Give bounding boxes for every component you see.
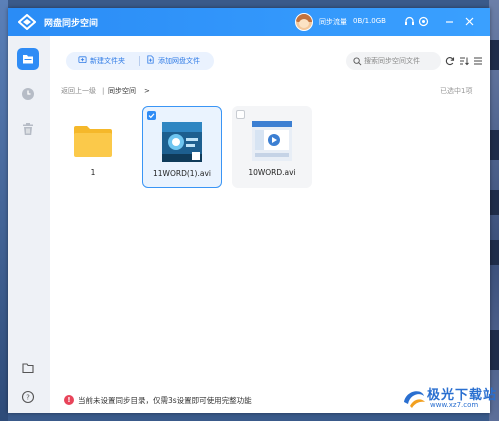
- file-name: 10WORD.avi: [248, 168, 296, 177]
- sidebar-item-open-folder[interactable]: [17, 357, 39, 379]
- sidebar-item-trash[interactable]: [17, 118, 39, 140]
- watermark-swirl-icon: [404, 391, 425, 408]
- close-icon[interactable]: [464, 16, 475, 27]
- video-thumbnail-icon: [252, 121, 292, 161]
- breadcrumb-current[interactable]: 同步空间: [108, 86, 136, 96]
- search-box: [346, 52, 441, 70]
- new-folder-icon: [78, 56, 87, 64]
- sidebar-item-help[interactable]: ?: [17, 386, 39, 408]
- file-item[interactable]: 10WORD.avi: [232, 106, 312, 188]
- search-icon: [353, 56, 362, 65]
- sync-traffic-label: 同步流量: [319, 18, 347, 26]
- setup-sync-message[interactable]: 当前未设置同步目录，仅需3s设置即可使用完整功能: [78, 395, 252, 406]
- breadcrumb-chevron-icon: >: [144, 87, 150, 95]
- folder-icon: [23, 55, 33, 64]
- file-name: 1: [90, 168, 96, 177]
- selected-count: 已选中1项: [440, 87, 473, 95]
- app-logo-icon: [18, 14, 36, 30]
- sidebar-item-sync-folder[interactable]: [17, 48, 39, 70]
- breadcrumb-back-link[interactable]: 返回上一级: [61, 86, 96, 96]
- add-cloud-file-label: 添加网盘文件: [158, 57, 200, 65]
- watermark-logo: 极光下载站 www.xz7.com: [400, 383, 496, 413]
- warning-icon: !: [64, 395, 74, 405]
- trash-icon: [23, 123, 33, 135]
- sync-traffic-value: 0B/1.0GB: [353, 17, 386, 25]
- settings-icon[interactable]: [418, 16, 429, 27]
- check-icon: [148, 113, 155, 119]
- breadcrumb-separator: |: [102, 87, 105, 95]
- toolbar-divider: [139, 56, 140, 66]
- file-item[interactable]: 1: [53, 106, 133, 188]
- headset-icon[interactable]: [404, 16, 415, 27]
- refresh-icon[interactable]: [445, 56, 455, 66]
- add-file-icon: [147, 55, 154, 64]
- video-thumbnail-icon: [162, 122, 202, 162]
- clock-icon: [22, 88, 34, 100]
- minimize-icon[interactable]: [444, 16, 455, 27]
- grid-view-icon[interactable]: [473, 56, 483, 66]
- checkbox-unchecked[interactable]: [236, 110, 245, 119]
- watermark-url: www.xz7.com: [430, 401, 479, 409]
- sidebar-item-history[interactable]: [17, 83, 39, 105]
- checkbox-checked[interactable]: [147, 111, 156, 120]
- help-icon: ?: [21, 390, 35, 404]
- file-name: 11WORD(1).avi: [153, 169, 211, 178]
- add-cloud-file-button[interactable]: 添加网盘文件: [146, 55, 200, 67]
- user-avatar[interactable]: [295, 13, 313, 31]
- desktop-background-left: [0, 0, 8, 421]
- new-folder-button[interactable]: 新建文件夹: [78, 55, 125, 67]
- desktop-background-right: [489, 0, 499, 421]
- app-window: 网盘同步空间 同步流量 0B/1.0GB ? 新建文件夹 添加网盘文件 搜索同步…: [8, 8, 490, 413]
- search-input[interactable]: [364, 55, 438, 67]
- open-folder-icon: [22, 363, 34, 374]
- file-item[interactable]: 11WORD(1).avi: [142, 106, 222, 188]
- sort-icon[interactable]: [459, 56, 469, 66]
- title-bar: 网盘同步空间 同步流量 0B/1.0GB: [8, 8, 490, 36]
- file-actions-toolbar: 新建文件夹 添加网盘文件: [66, 52, 214, 70]
- svg-text:?: ?: [26, 394, 30, 402]
- folder-icon: [74, 126, 112, 157]
- new-folder-label: 新建文件夹: [90, 57, 125, 65]
- app-title: 网盘同步空间: [44, 19, 99, 29]
- sidebar: ?: [8, 36, 50, 413]
